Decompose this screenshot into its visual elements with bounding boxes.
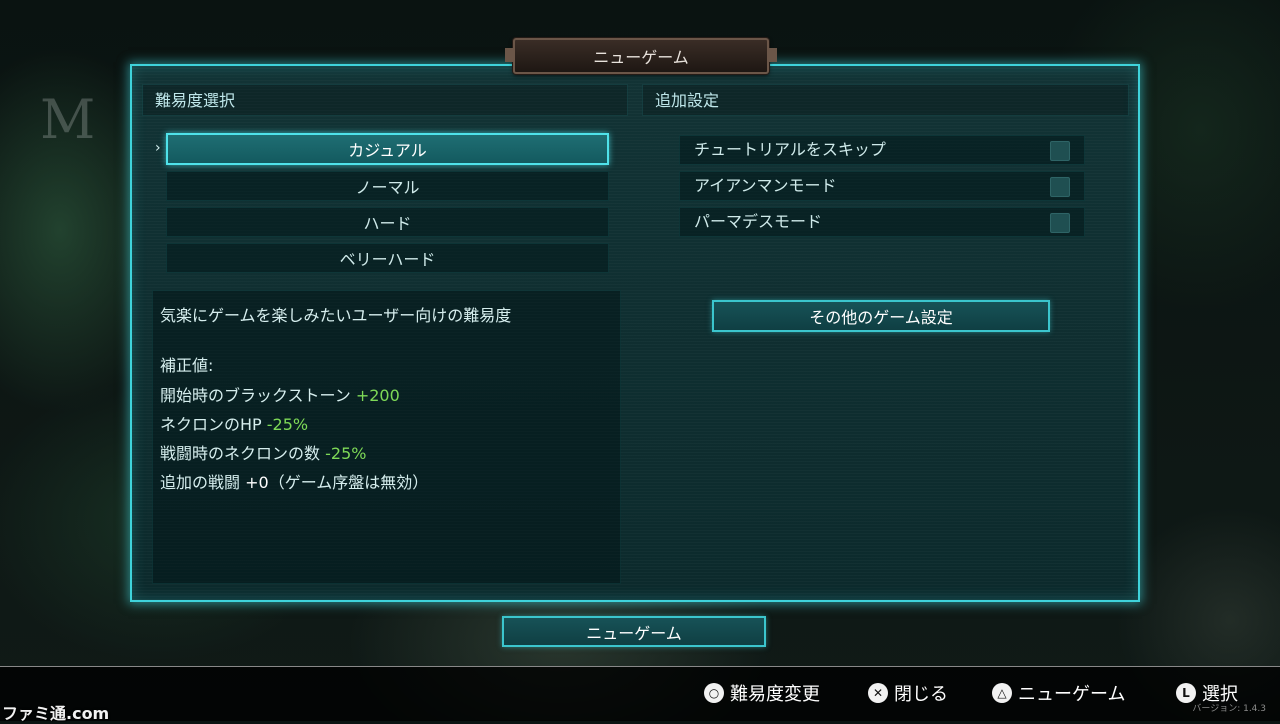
modifier-value: -25% [325, 444, 367, 463]
skip-tutorial-checkbox[interactable] [1050, 141, 1070, 161]
additional-section-header: 追加設定 [642, 84, 1129, 116]
option-label: チュートリアルをスキップ [694, 140, 886, 159]
modifier-value: -25% [266, 415, 309, 434]
circle-button-icon: ○ [704, 683, 724, 703]
triangle-button-icon: △ [992, 683, 1012, 703]
difficulty-description: 気楽にゲームを楽しみたいユーザー向けの難易度 [160, 306, 512, 325]
option-label: パーマデスモード [694, 212, 823, 231]
hint-new-game[interactable]: △ ニューゲーム [992, 681, 1125, 705]
modifier-extra-battles: 追加の戦闘 +0（ゲーム序盤は無効） [160, 473, 429, 492]
difficulty-option-casual[interactable]: カジュアル [166, 133, 609, 165]
hint-close[interactable]: ✕ 閉じる [868, 681, 948, 705]
selection-cursor-icon: › [155, 140, 161, 156]
difficulty-option-normal[interactable]: ノーマル [166, 171, 609, 201]
option-skip-tutorial[interactable]: チュートリアルをスキップ [679, 135, 1085, 165]
modifiers-label: 補正値: [160, 356, 214, 375]
new-game-button[interactable]: ニューゲーム [502, 616, 766, 647]
difficulty-option-very-hard[interactable]: ベリーハード [166, 243, 609, 273]
left-stick-icon: L [1176, 683, 1196, 703]
hint-change-difficulty[interactable]: ○ 難易度変更 [704, 681, 820, 705]
modifier-blackstone: 開始時のブラックストーン +200 [160, 386, 400, 405]
option-ironman-mode[interactable]: アイアンマンモード [679, 171, 1085, 201]
version-label: バージョン: 1.4.3 [1192, 704, 1266, 714]
option-permadeath-mode[interactable]: パーマデスモード [679, 207, 1085, 237]
background-logo: M [40, 88, 98, 151]
modifier-value: +0 [245, 473, 269, 492]
modifier-necron-count: 戦闘時のネクロンの数 -25% [160, 444, 367, 463]
ironman-mode-checkbox[interactable] [1050, 177, 1070, 197]
cross-button-icon: ✕ [868, 683, 888, 703]
option-label: アイアンマンモード [694, 176, 837, 195]
difficulty-option-hard[interactable]: ハード [166, 207, 609, 237]
permadeath-mode-checkbox[interactable] [1050, 213, 1070, 233]
other-game-settings-button[interactable]: その他のゲーム設定 [712, 300, 1050, 332]
window-title: ニューゲーム [505, 38, 777, 74]
difficulty-section-header: 難易度選択 [142, 84, 628, 116]
watermark-logo: ファミ通.com [2, 704, 110, 723]
difficulty-description-box [152, 290, 621, 584]
modifier-necron-hp: ネクロンのHP -25% [160, 415, 309, 434]
modifier-value: +200 [355, 386, 400, 405]
